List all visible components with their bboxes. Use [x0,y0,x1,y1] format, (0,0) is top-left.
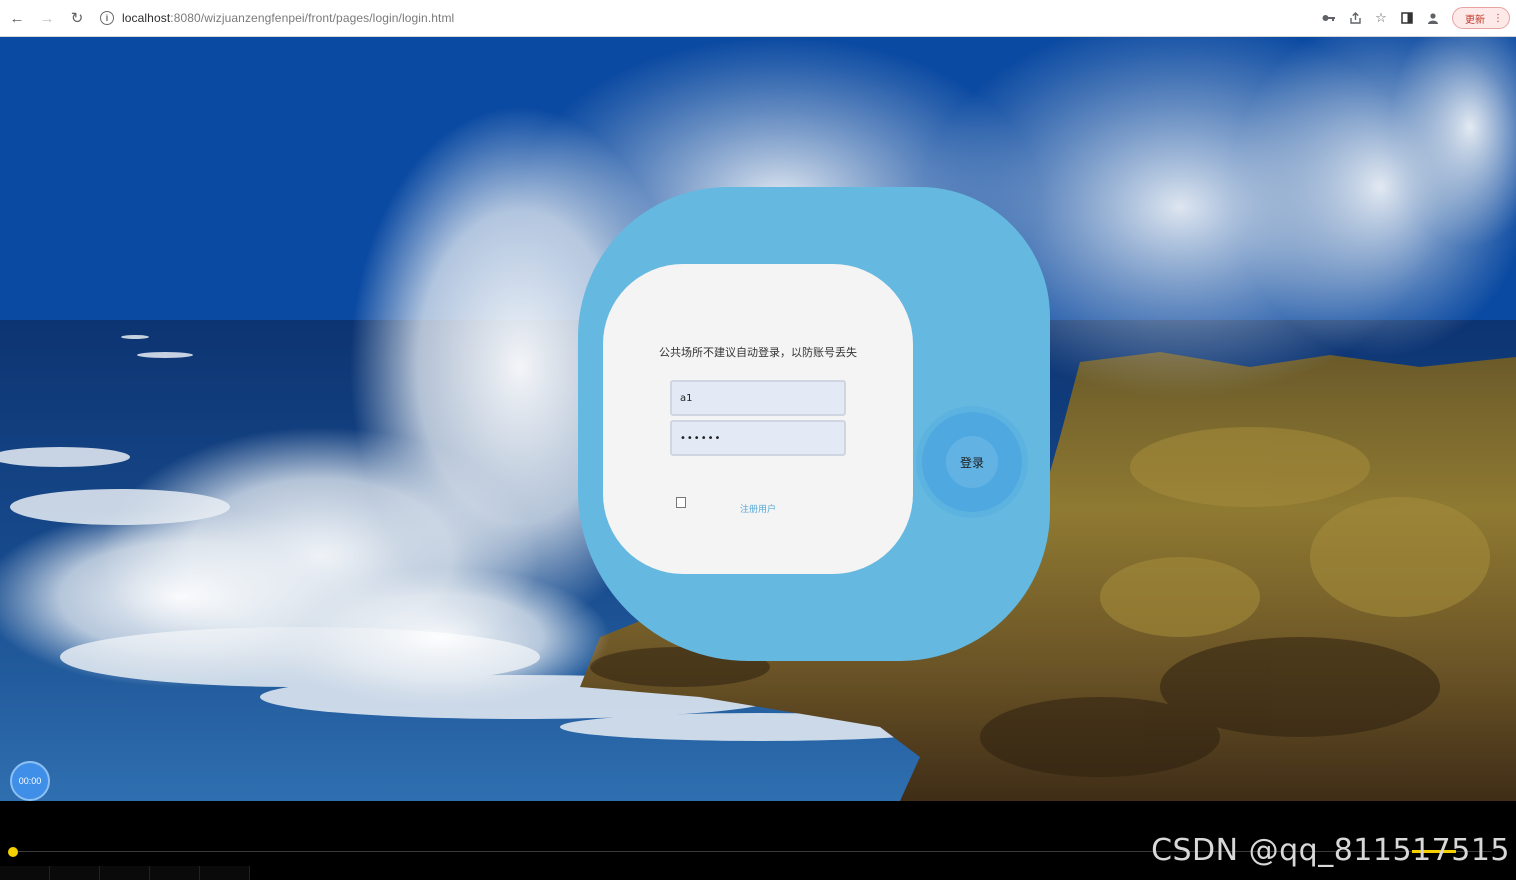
auto-login-checkbox[interactable] [676,497,686,508]
site-info-icon[interactable]: i [100,11,114,25]
csdn-watermark: CSDN @qq_811517515 [1151,833,1510,868]
update-button[interactable]: 更新 ⋮ [1452,7,1510,29]
key-icon[interactable] [1316,5,1342,31]
password-input[interactable]: •••••• [670,420,846,456]
control-slot[interactable] [150,866,200,880]
password-value: •••••• [680,432,722,444]
username-input[interactable]: a1 [670,380,846,416]
login-card-inner [603,264,913,574]
username-value: a1 [680,392,693,404]
share-icon[interactable] [1342,5,1368,31]
control-slot[interactable] [100,866,150,880]
address-bar[interactable]: i localhost:8080/wizjuanzengfenpei/front… [100,5,1316,31]
profile-icon[interactable] [1420,5,1446,31]
control-slot[interactable] [50,866,100,880]
arrow-left-icon: ← [9,9,25,27]
star-icon[interactable]: ☆ [1368,5,1394,31]
video-player-bar: CSDN @qq_811517515 [0,801,1516,880]
reload-button[interactable]: ↻ [64,5,90,31]
browser-toolbar: ← → ↻ i localhost:8080/wizjuanzengfenpei… [0,0,1516,37]
recording-timer-badge[interactable]: 00:00 [10,761,50,801]
sidebar-icon[interactable] [1394,5,1420,31]
auto-login-tip: 公共场所不建议自动登录，以防账号丢失 [659,347,857,359]
control-slot[interactable] [0,866,50,880]
browser-actions: ☆ 更新 ⋮ [1316,5,1510,31]
url-text[interactable]: localhost:8080/wizjuanzengfenpei/front/p… [122,11,454,25]
reload-icon: ↻ [70,10,84,27]
progress-knob[interactable] [8,847,18,857]
forward-button[interactable]: → [34,5,60,31]
more-vert-icon: ⋮ [1493,12,1503,24]
url-host: localhost [122,11,171,25]
login-button-label: 登录 [959,455,984,470]
player-controls [0,866,260,880]
update-label: 更新 [1465,14,1485,26]
control-slot[interactable] [200,866,250,880]
timer-text: 00:00 [18,776,42,786]
url-path: :8080/wizjuanzengfenpei/front/pages/logi… [170,11,455,25]
login-button[interactable]: 登录 [946,436,998,488]
back-button[interactable]: ← [4,5,30,31]
register-link[interactable]: 注册用户 [740,502,776,515]
arrow-right-icon: → [39,9,55,27]
